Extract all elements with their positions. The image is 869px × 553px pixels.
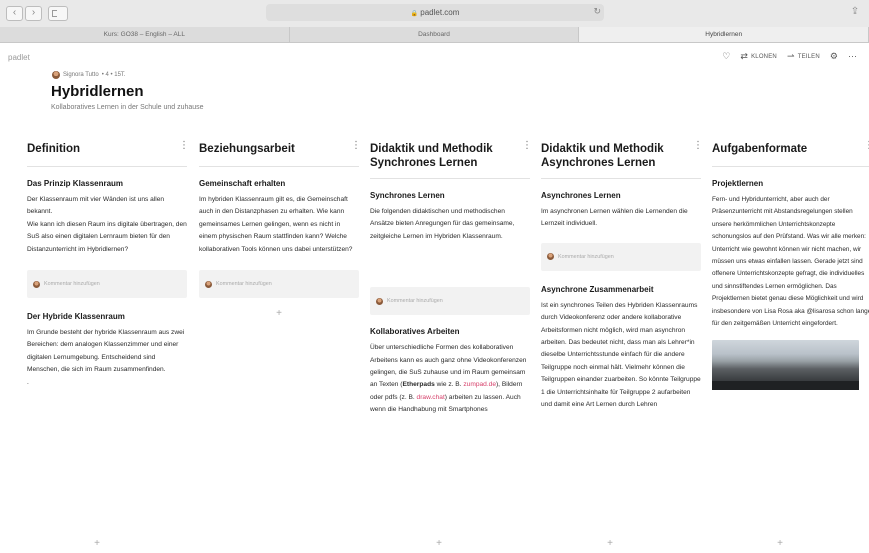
nav-buttons: ‹ › (6, 6, 42, 21)
add-post-button[interactable]: + (199, 308, 359, 319)
comment-input[interactable]: Kommentar hinzufügen (541, 242, 701, 271)
avatar (205, 280, 212, 288)
post-title: Gemeinschaft erhalten (199, 179, 286, 188)
column-title: Didaktik und Methodik Asynchrones Lernen (541, 143, 664, 169)
forward-button[interactable]: › (25, 6, 42, 21)
post-title: Asynchrone Zusammenarbeit (541, 284, 654, 294)
reload-icon[interactable]: ↻ (593, 6, 601, 17)
post-card[interactable]: Asynchrone Zusammenarbeit Ist ein synchr… (541, 285, 701, 412)
bold-term: Etherpads (402, 381, 435, 389)
lock-icon: 🔒 (410, 11, 419, 17)
padlet-logo[interactable]: padlet (8, 53, 30, 62)
column-menu-icon[interactable]: ⋮ (179, 138, 189, 151)
column-beziehungsarbeit: Beziehungsarbeit ⋮ Gemeinschaft erhalten… (199, 138, 361, 319)
tab-kurs[interactable]: Kurs: GO38 – English – ALL (0, 27, 290, 42)
board-author: Signora Tutto • 4 • 15T. (52, 71, 126, 79)
tab-bar: Kurs: GO38 – English – ALL Dashboard Hyb… (0, 27, 869, 43)
column-menu-icon[interactable]: ⋮ (693, 138, 703, 151)
comment-placeholder: Kommentar hinzufügen (216, 281, 272, 288)
column-menu-icon[interactable]: ⋮ (351, 138, 361, 151)
share-icon: ⇀ (786, 51, 795, 61)
column-header: Aufgabenformate ⋮ (712, 138, 869, 167)
post-body: Der Klassenraum mit vier Wänden ist uns … (27, 196, 187, 253)
gear-icon[interactable]: ⚙ (830, 52, 838, 61)
author-meta: • 4 • 15T. (101, 72, 126, 78)
browser-toolbar: ‹ › 🔒 padlet.com ↻ ⇪ (0, 0, 869, 28)
column-menu-icon[interactable]: ⋮ (522, 138, 532, 151)
post-card[interactable]: Das Prinzip Klassenraum Der Klassenraum … (27, 179, 187, 299)
post-card[interactable]: Kollaboratives Arbeiten Über unterschied… (370, 327, 530, 416)
column-header: Definition ⋮ (27, 138, 189, 167)
post-title: Projektlernen (712, 179, 764, 188)
column-definition: Definition ⋮ Das Prinzip Klassenraum Der… (27, 138, 189, 389)
avatar (33, 280, 40, 288)
share-label: TEILEN (797, 53, 820, 60)
avatar (52, 71, 60, 79)
post-body: Fern- und Hybridunterricht, aber auch de… (712, 196, 869, 328)
column-asynchrones-lernen: Didaktik und Methodik Asynchrones Lernen… (541, 138, 703, 412)
comment-input[interactable]: Kommentar hinzufügen (27, 270, 187, 299)
author-name: Signora Tutto (63, 72, 99, 78)
back-button[interactable]: ‹ (6, 6, 23, 21)
post-image-thumbnail[interactable] (712, 340, 859, 391)
column-header: Didaktik und Methodik Asynchrones Lernen… (541, 138, 703, 179)
avatar (376, 297, 383, 305)
comment-input[interactable]: Kommentar hinzufügen (370, 287, 530, 316)
clone-label: KLONEN (751, 53, 777, 60)
post-body: Im Grunde besteht der hybride Klassenrau… (27, 329, 185, 386)
post-body: Die folgenden didaktischen und methodisc… (370, 208, 515, 240)
post-title: Kollaboratives Arbeiten (370, 327, 460, 337)
column-title: Definition (27, 143, 81, 155)
column-aufgabenformate: Aufgabenformate ⋮ Projektlernen Fern- un… (712, 138, 869, 391)
post-body: Im hybriden Klassenraum gilt es, die Gem… (199, 196, 353, 253)
page-title: Hybridlernen (51, 83, 144, 100)
url-text: padlet.com (420, 8, 460, 17)
add-post-button[interactable]: + (17, 538, 177, 549)
comment-placeholder: Kommentar hinzufügen (387, 298, 443, 305)
post-body: Im asynchronen Lernen wählen die Lernend… (541, 208, 688, 228)
post-card[interactable]: Projektlernen Fern- und Hybridunterricht… (712, 179, 869, 391)
avatar (547, 253, 554, 261)
share-sheet-icon[interactable]: ⇪ (849, 5, 861, 19)
comment-input[interactable]: Kommentar hinzufügen (199, 270, 359, 299)
drawchat-link[interactable]: draw.chat (417, 394, 445, 401)
tab-dashboard[interactable]: Dashboard (290, 27, 580, 42)
column-header: Didaktik und Methodik Synchrones Lernen … (370, 138, 532, 179)
column-header: Beziehungsarbeit ⋮ (199, 138, 361, 167)
page-subtitle: Kollaboratives Lernen in der Schule und … (51, 104, 204, 111)
comment-placeholder: Kommentar hinzufügen (44, 281, 100, 288)
column-menu-icon[interactable]: ⋮ (864, 138, 869, 151)
post-body: Ist ein synchrones Teilen des Hybriden K… (541, 301, 701, 409)
text-segment: wie z. B. (434, 381, 464, 389)
board-toolbar: ♡ ⇄ KLONEN ⇀ TEILEN ⚙ ··· (722, 52, 857, 61)
more-icon[interactable]: ··· (848, 52, 857, 61)
comment-placeholder: Kommentar hinzufügen (558, 253, 614, 260)
post-title: Synchrones Lernen (370, 191, 445, 200)
post-card[interactable]: Der Hybride Klassenraum Im Grunde besteh… (27, 312, 187, 389)
post-title: Der Hybride Klassenraum (27, 312, 125, 322)
sidebar-toggle-icon[interactable] (48, 6, 68, 21)
address-bar[interactable]: 🔒 padlet.com (266, 4, 604, 21)
column-title: Didaktik und Methodik Synchrones Lernen (370, 143, 493, 169)
column-synchrones-lernen: Didaktik und Methodik Synchrones Lernen … (370, 138, 532, 417)
column-title: Beziehungsarbeit (199, 143, 295, 155)
clone-button[interactable]: ⇄ KLONEN (740, 52, 777, 61)
tab-hybridlernen[interactable]: Hybridlernen (579, 27, 869, 42)
add-post-button[interactable]: + (359, 538, 519, 549)
post-title: Das Prinzip Klassenraum (27, 179, 124, 188)
post-card[interactable]: Synchrones Lernen Die folgenden didaktis… (370, 191, 530, 316)
add-post-button[interactable]: + (530, 538, 690, 549)
zumpad-link[interactable]: zumpad.de (463, 381, 496, 388)
post-title: Asynchrones Lernen (541, 191, 621, 200)
add-post-button[interactable]: + (700, 538, 860, 549)
heart-icon[interactable]: ♡ (722, 52, 730, 61)
share-button[interactable]: ⇀ TEILEN (787, 52, 820, 61)
post-card[interactable]: Gemeinschaft erhalten Im hybriden Klasse… (199, 179, 359, 299)
post-card[interactable]: Asynchrones Lernen Im asynchronen Lernen… (541, 191, 701, 271)
clone-icon: ⇄ (740, 51, 749, 61)
column-title: Aufgabenformate (712, 143, 808, 155)
post-body: Über unterschiedliche Formen des kollabo… (370, 342, 530, 416)
